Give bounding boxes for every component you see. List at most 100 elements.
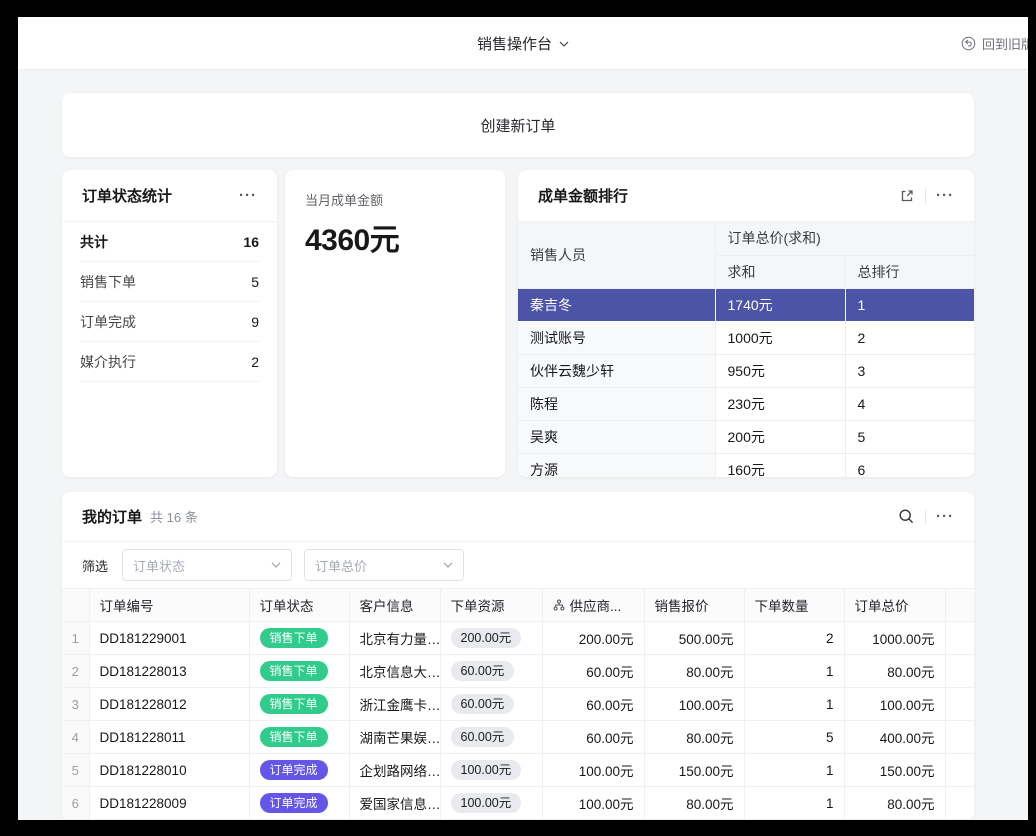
resource-cell: 100.00元: [440, 787, 542, 820]
salesperson-name: 测试账号: [518, 321, 715, 354]
sum-value: 1740元: [715, 288, 845, 321]
orders-card-title: 我的订单: [82, 506, 142, 527]
chevron-down-icon: [443, 562, 453, 568]
status-row-value: 9: [251, 314, 259, 330]
ranking-card-header: 成单金额排行 ···: [518, 170, 974, 222]
supplier-quote: 60.00元: [542, 655, 644, 688]
spacer-cell: [945, 622, 974, 655]
filter-label: 筛选: [82, 556, 108, 575]
back-to-old-link[interactable]: 回到旧版: [961, 17, 1028, 70]
supplier-quote: 100.00元: [542, 787, 644, 820]
order-total-filter-placeholder: 订单总价: [315, 556, 367, 575]
resource-cell: 60.00元: [440, 721, 542, 754]
order-status-cell: 销售下单: [249, 655, 349, 688]
order-table-row[interactable]: 3 DD181228012 销售下单 浙江金鹰卡… 60.00元 60.00元 …: [62, 688, 974, 721]
create-order-label: 创建新订单: [480, 115, 555, 136]
sum-value: 200元: [715, 420, 845, 453]
more-icon[interactable]: ···: [239, 188, 257, 203]
customer-info: 企划路网络…: [349, 754, 440, 787]
col-header-salesperson: 销售人员: [518, 222, 715, 288]
order-status-filter-placeholder: 订单状态: [133, 556, 185, 575]
rank-value: 6: [845, 453, 974, 477]
order-status-filter[interactable]: 订单状态: [122, 549, 292, 581]
status-row-label: 订单完成: [80, 312, 136, 332]
sales-quote: 150.00元: [644, 754, 744, 787]
more-icon[interactable]: ···: [936, 509, 954, 524]
order-table-row[interactable]: 6 DD181228009 订单完成 爱国家信息… 100.00元 100.00…: [62, 787, 974, 820]
order-status-cell: 销售下单: [249, 622, 349, 655]
back-to-old-label: 回到旧版: [982, 34, 1028, 53]
status-row[interactable]: 共计 16: [80, 222, 259, 262]
row-number: 4: [62, 721, 89, 754]
ranking-card: 成单金额排行 ··· 销售: [518, 170, 974, 477]
external-link-icon[interactable]: [899, 188, 915, 204]
row-number: 6: [62, 787, 89, 820]
order-total-filter[interactable]: 订单总价: [304, 549, 464, 581]
spacer-cell: [945, 688, 974, 721]
ranking-card-title: 成单金额排行: [538, 185, 899, 206]
order-total: 80.00元: [844, 787, 945, 820]
ranking-table-row[interactable]: 方源 160元 6: [518, 453, 974, 477]
ranking-table-row[interactable]: 伙伴云魏少轩 950元 3: [518, 354, 974, 387]
order-table-row[interactable]: 2 DD181228013 销售下单 北京信息大… 60.00元 60.00元 …: [62, 655, 974, 688]
salesperson-name: 方源: [518, 453, 715, 477]
more-icon[interactable]: ···: [936, 188, 954, 203]
status-row-value: 5: [251, 274, 259, 290]
sales-quote: 500.00元: [644, 622, 744, 655]
col-header-order-status: 订单状态: [249, 589, 349, 622]
orders-card-header: 我的订单 共 16 条 ···: [62, 492, 974, 542]
status-row[interactable]: 销售下单 5: [80, 262, 259, 302]
order-total: 1000.00元: [844, 622, 945, 655]
ranking-table-row[interactable]: 陈程 230元 4: [518, 387, 974, 420]
orders-table: 订单编号 订单状态 客户信息 下单资源: [62, 588, 974, 820]
amount-value: 4360元: [305, 215, 485, 259]
orders-card-actions: ···: [898, 508, 954, 525]
sales-quote: 100.00元: [644, 688, 744, 721]
col-header-supplier-label: 供应商...: [570, 595, 622, 615]
col-header-sum: 求和: [715, 255, 845, 288]
salesperson-name: 伙伴云魏少轩: [518, 354, 715, 387]
spacer-cell: [945, 655, 974, 688]
status-badge: 销售下单: [260, 661, 328, 681]
customer-info: 浙江金鹰卡…: [349, 688, 440, 721]
order-total: 80.00元: [844, 655, 945, 688]
col-header-order-id: 订单编号: [89, 589, 249, 622]
col-header-spacer: [945, 589, 974, 622]
order-quantity: 1: [744, 655, 844, 688]
status-row[interactable]: 订单完成 9: [80, 302, 259, 342]
col-header-quote: 销售报价: [644, 589, 744, 622]
ranking-table-row[interactable]: 测试账号 1000元 2: [518, 321, 974, 354]
page-title-dropdown[interactable]: 销售操作台: [18, 17, 1028, 70]
col-header-rank: 总排行: [845, 255, 974, 288]
status-row-label: 共计: [80, 232, 108, 252]
row-number: 2: [62, 655, 89, 688]
customer-info: 北京有力量…: [349, 622, 440, 655]
order-status-cell: 销售下单: [249, 688, 349, 721]
order-status-cell: 销售下单: [249, 721, 349, 754]
ranking-table-row[interactable]: 吴爽 200元 5: [518, 420, 974, 453]
order-total: 100.00元: [844, 688, 945, 721]
create-order-button[interactable]: 创建新订单: [62, 93, 974, 157]
rank-value: 1: [845, 288, 974, 321]
rank-value: 2: [845, 321, 974, 354]
status-row[interactable]: 媒介执行 2: [80, 342, 259, 382]
resource-cell: 200.00元: [440, 622, 542, 655]
order-id: DD181228010: [89, 754, 249, 787]
filter-row: 筛选 订单状态 订单总价: [62, 542, 974, 588]
status-list: 共计 16 销售下单 5 订单完成 9 媒介执行 2: [62, 222, 277, 382]
sales-quote: 80.00元: [644, 721, 744, 754]
order-table-row[interactable]: 5 DD181228010 订单完成 企划路网络… 100.00元 100.00…: [62, 754, 974, 787]
rank-value: 4: [845, 387, 974, 420]
order-total: 150.00元: [844, 754, 945, 787]
screenshot-stage: 销售操作台 回到旧版 创建新订单: [0, 0, 1036, 836]
col-header-total: 订单总价: [844, 589, 945, 622]
chevron-down-icon: [559, 41, 569, 47]
search-icon[interactable]: [898, 508, 915, 525]
col-header-resource: 下单资源: [440, 589, 542, 622]
salesperson-name: 吴爽: [518, 420, 715, 453]
status-row-value: 2: [251, 354, 259, 370]
order-table-row[interactable]: 1 DD181229001 销售下单 北京有力量… 200.00元 200.00…: [62, 622, 974, 655]
order-table-row[interactable]: 4 DD181228011 销售下单 湖南芒果娱… 60.00元 60.00元 …: [62, 721, 974, 754]
ranking-table-row[interactable]: 秦吉冬 1740元 1: [518, 288, 974, 321]
customer-info: 爱国家信息…: [349, 787, 440, 820]
